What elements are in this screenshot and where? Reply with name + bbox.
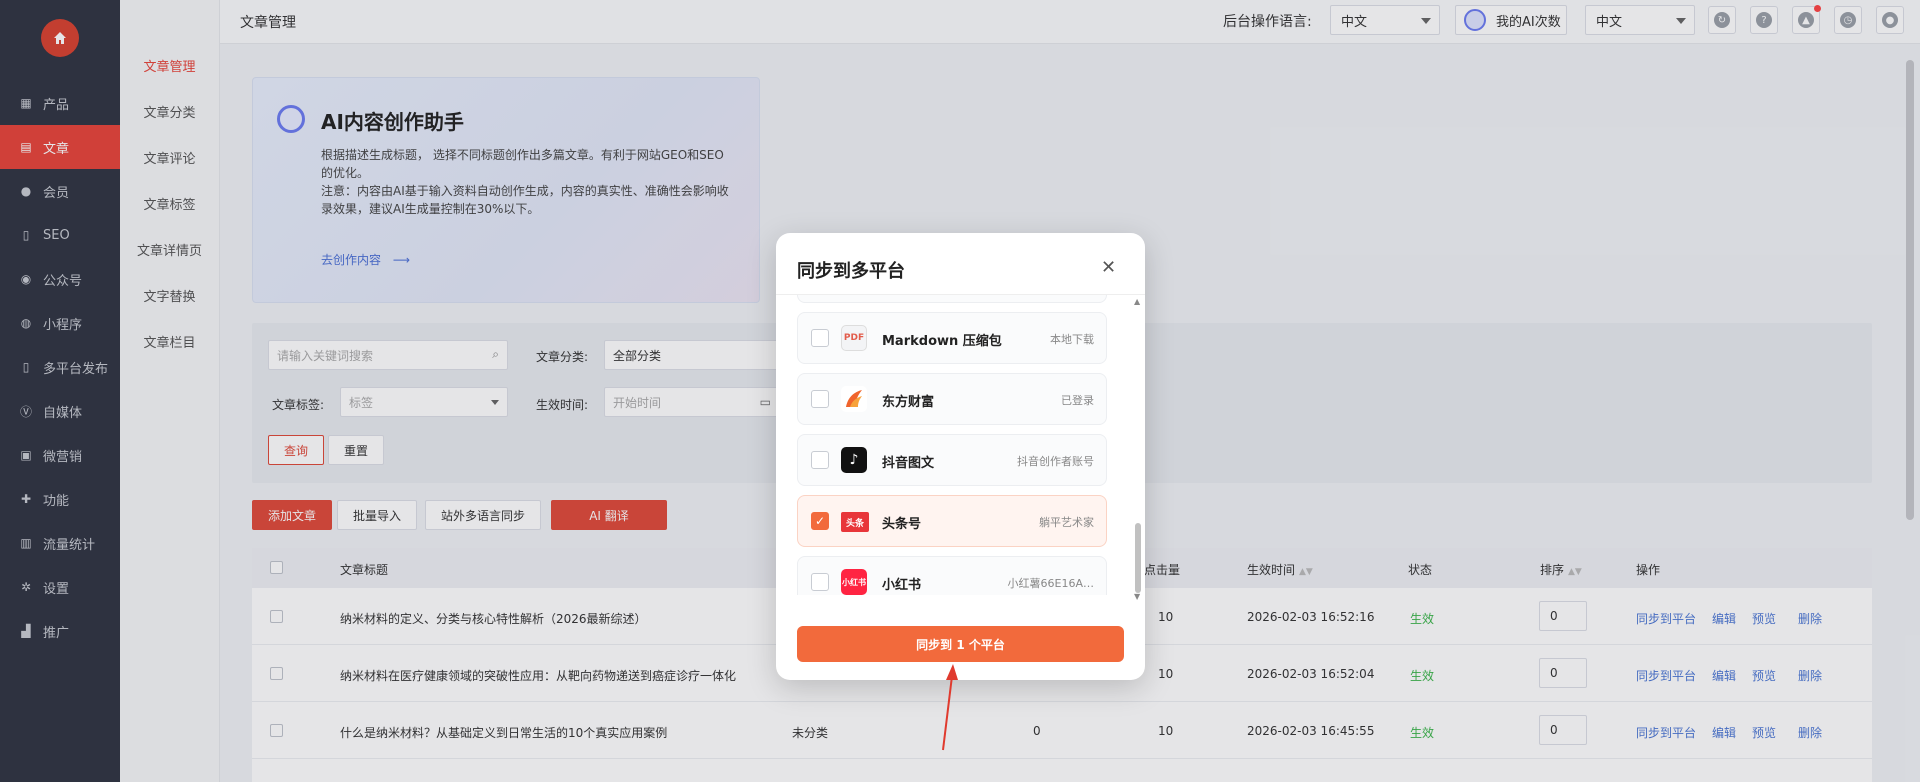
platform-name: 头条号 xyxy=(882,517,922,532)
pdf-file-icon: PDF xyxy=(841,325,867,351)
platform-status: 本地下载 xyxy=(1050,333,1094,346)
platform-checkbox[interactable] xyxy=(811,329,829,347)
douyin-logo-icon: ♪ xyxy=(841,447,867,473)
platform-status: 已登录 xyxy=(1061,394,1094,407)
eastmoney-logo-icon xyxy=(841,386,867,412)
scroll-down-icon[interactable]: ▼ xyxy=(1134,592,1140,601)
platform-status: 小红薯66E16A… xyxy=(1007,577,1094,590)
close-icon[interactable]: ✕ xyxy=(1101,257,1116,278)
checkmark-icon[interactable]: ✓ xyxy=(811,512,829,530)
modal-scrollbar-thumb[interactable] xyxy=(1135,523,1141,593)
platform-checkbox[interactable] xyxy=(811,573,829,591)
platform-item-eastmoney[interactable]: 东方财富 已登录 xyxy=(797,373,1107,425)
scroll-up-icon[interactable]: ▲ xyxy=(1134,297,1140,306)
platform-name: 小红书 xyxy=(882,578,922,593)
platform-item-xiaohongshu[interactable]: 小红书 小红书 小红薯66E16A… xyxy=(797,556,1107,595)
platform-checkbox[interactable] xyxy=(811,390,829,408)
platform-status: 抖音创作者账号 xyxy=(1017,455,1094,468)
platform-name: 抖音图文 xyxy=(882,456,935,471)
platform-item-markdown[interactable]: PDF Markdown 压缩包 本地下载 xyxy=(797,312,1107,364)
platform-list: PDF Markdown 压缩包 本地下载 东方财富 已登录 ♪ 抖音图文 抖音… xyxy=(797,295,1107,595)
sync-platform-modal: 同步到多平台 ✕ PDF Markdown 压缩包 本地下载 东方财富 已登录 … xyxy=(776,233,1145,680)
annotation-arrow-icon xyxy=(942,664,958,751)
platform-item-partial[interactable] xyxy=(797,295,1107,303)
platform-status: 躺平艺术家 xyxy=(1039,516,1094,529)
platform-name: Markdown 压缩包 xyxy=(882,334,1002,349)
platform-checkbox[interactable] xyxy=(811,451,829,469)
platform-item-toutiao[interactable]: ✓ 头条 头条号 躺平艺术家 xyxy=(797,495,1107,547)
toutiao-logo-icon: 头条 xyxy=(841,512,869,532)
platform-item-douyin[interactable]: ♪ 抖音图文 抖音创作者账号 xyxy=(797,434,1107,486)
platform-name: 东方财富 xyxy=(882,395,935,410)
sync-to-platforms-button[interactable]: 同步到 1 个平台 xyxy=(797,626,1124,662)
modal-title: 同步到多平台 xyxy=(797,261,905,282)
xiaohongshu-logo-icon: 小红书 xyxy=(841,569,867,595)
